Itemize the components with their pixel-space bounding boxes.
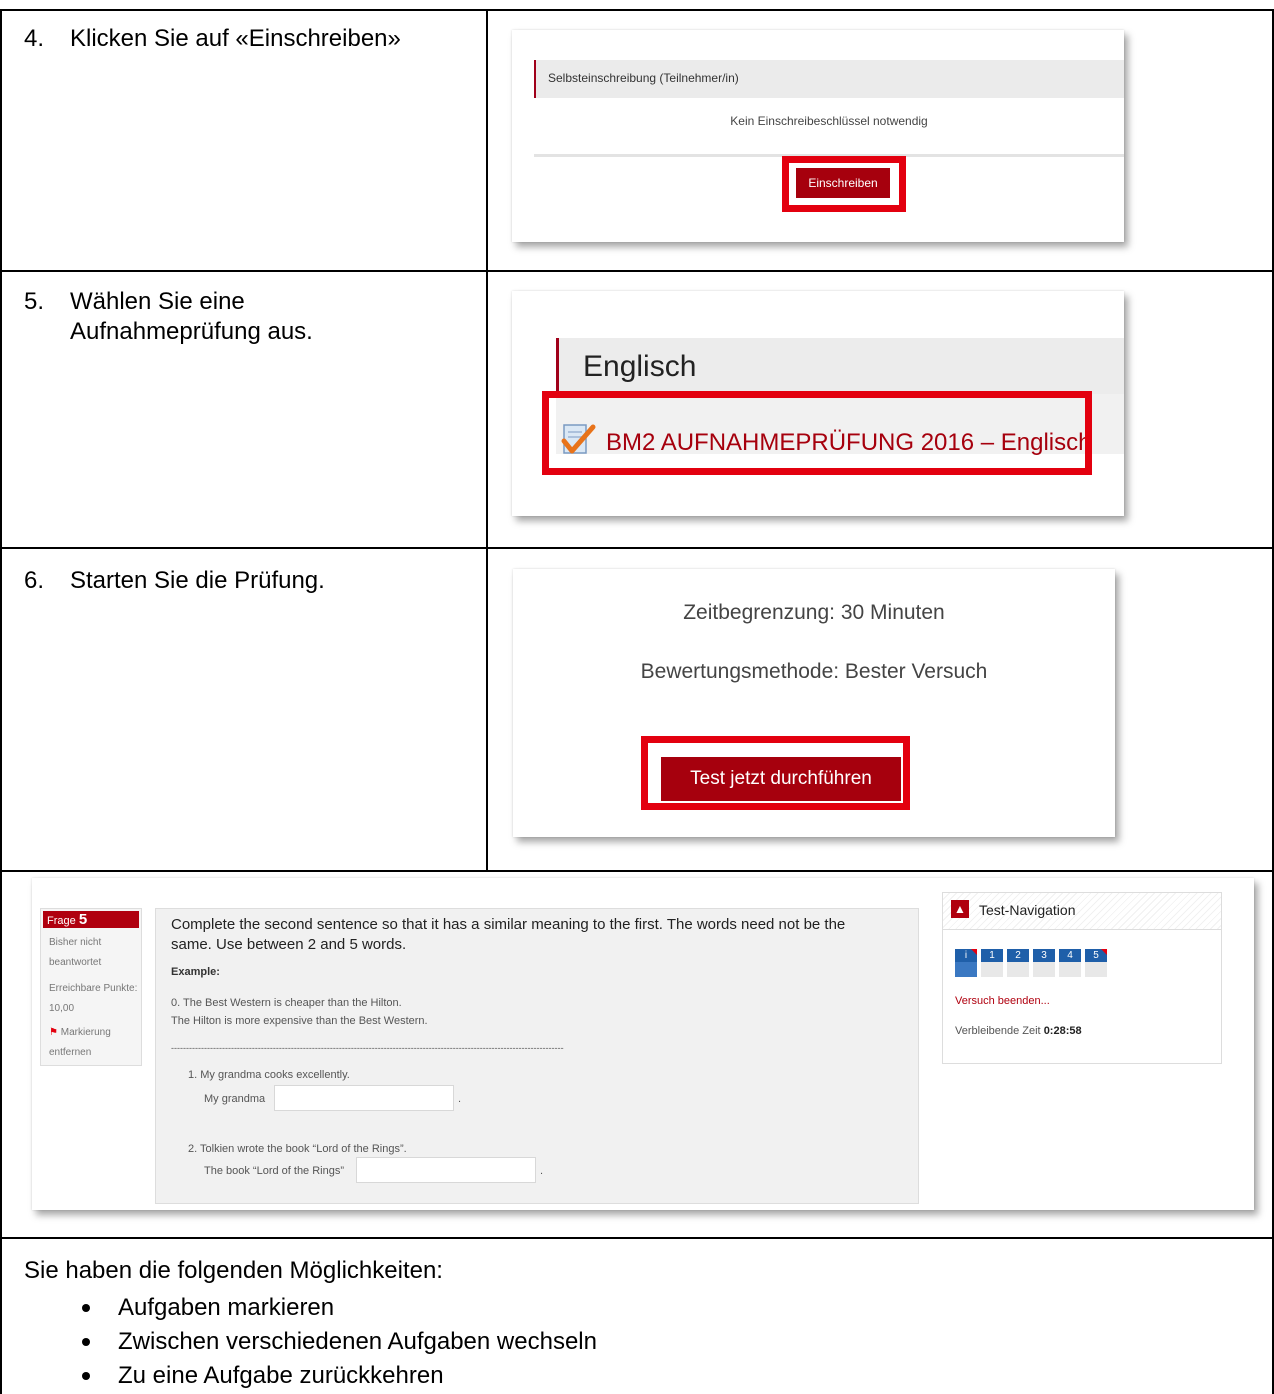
nav-button-5[interactable]: 5 (1085, 949, 1107, 977)
test-navigation-panel: ▲ Test-Navigation i 1 2 3 4 5 Versuch be… (942, 892, 1222, 1064)
item-1-sentence: 1. My grandma cooks excellently. (188, 1069, 350, 1081)
nav-button-current (955, 962, 977, 977)
highlight-box (641, 736, 910, 810)
grading-method-text: Bewertungsmethode: Bester Versuch (640, 660, 988, 683)
example-sentence-2: The Hilton is more expensive than the Be… (171, 1015, 428, 1027)
list-item: Zwischen verschiedenen Aufgaben wechseln (82, 1325, 597, 1359)
enrol-screenshot: Selbsteinschreibung (Teilnehmer/in) Kein… (512, 30, 1124, 242)
table-border-left (0, 9, 2, 1394)
table-border-row3 (0, 870, 1274, 872)
nav-button-state (1033, 962, 1055, 977)
enrol-section-header: Selbsteinschreibung (Teilnehmer/in) (534, 60, 1124, 98)
status-line2: beantwortet (49, 957, 102, 968)
points-value: 10,00 (49, 1003, 75, 1014)
nav-button-label: 1 (981, 949, 1003, 962)
step-text-line2: Aufnahmeprüfung aus. (70, 318, 313, 345)
item-2-answer-input[interactable] (356, 1157, 536, 1183)
nav-button-label: 3 (1033, 949, 1055, 962)
remove-flag-link[interactable]: ⚑ Markierung entfernen (49, 1023, 111, 1063)
flag-icon: ⚑ (49, 1027, 58, 1038)
nav-button-state (1059, 962, 1081, 977)
quiz-screenshot: Frage 5 Bisher nicht beantwortet Erreich… (32, 878, 1254, 1210)
status-text: Bisher nicht beantwortet (49, 933, 101, 973)
step-text: Starten Sie die Prüfung. (70, 567, 325, 594)
step-number: 6. (24, 567, 45, 594)
frage-label: Frage (47, 915, 76, 927)
list-item: Aufgaben markieren (82, 1291, 597, 1325)
start-screenshot: Zeitbegrenzung: 30 Minuten Bewertungsmet… (513, 569, 1115, 837)
question-number-badge: Frage 5 (43, 911, 139, 928)
options-intro: Sie haben die folgenden Möglichkeiten: (24, 1257, 443, 1284)
course-section-title: Englisch (583, 350, 697, 383)
question-text: Complete the second sentence so that it … (171, 915, 901, 955)
item-1-dot: . (458, 1093, 462, 1105)
remaining-time-value: 0:28:58 (1043, 1025, 1082, 1037)
table-border-middle (486, 9, 488, 871)
step-4: 4. Klicken Sie auf «Einschreiben» (24, 24, 401, 54)
item-2-prefix: The book “Lord of the Rings” (204, 1165, 345, 1177)
item-2-sentence: 2. Tolkien wrote the book “Lord of the R… (188, 1143, 407, 1155)
frage-number: 5 (78, 911, 88, 928)
step-text: Wählen Sie eine Aufnahmeprüfung aus. (70, 287, 313, 347)
example-sentence-1: 0. The Best Western is cheaper than the … (171, 997, 402, 1009)
question-content: Complete the second sentence so that it … (155, 908, 919, 1204)
table-border-row2 (0, 547, 1274, 549)
flag-icon (1101, 949, 1107, 955)
step-5: 5. Wählen Sie eine Aufnahmeprüfung aus. (24, 287, 313, 347)
step-number: 4. (24, 25, 45, 52)
nav-button-3[interactable]: 3 (1033, 949, 1055, 977)
points-label: Erreichbare Punkte: (49, 983, 138, 994)
enrol-section-title: Selbsteinschreibung (Teilnehmer/in) (548, 71, 739, 85)
step-text: Klicken Sie auf «Einschreiben» (70, 25, 401, 52)
course-screenshot: Englisch BM2 AUFNAHMEPRÜFUNG 2016 – Engl… (512, 291, 1124, 516)
nav-button-2[interactable]: 2 (1007, 949, 1029, 977)
item-1-answer-input[interactable] (274, 1085, 454, 1111)
document-page: 4. Klicken Sie auf «Einschreiben» Selbste… (0, 0, 1274, 1394)
remaining-time-label: Verbleibende Zeit (955, 1025, 1041, 1037)
finish-attempt-link[interactable]: Versuch beenden... (955, 995, 1050, 1007)
test-navigation-title: Test-Navigation (979, 902, 1076, 918)
table-border-top (0, 9, 1274, 11)
highlight-box (542, 391, 1092, 475)
example-label: Example: (171, 966, 220, 978)
options-list: Aufgaben markieren Zwischen verschiedene… (82, 1291, 597, 1393)
table-border-row4 (0, 1237, 1274, 1239)
question-info-panel: Frage 5 Bisher nicht beantwortet Erreich… (40, 908, 142, 1066)
points-text: Erreichbare Punkte: 10,00 (49, 979, 137, 1019)
highlight-box (782, 156, 906, 212)
nav-button-info[interactable]: i (955, 949, 977, 977)
remaining-time: Verbleibende Zeit 0:28:58 (955, 1025, 1082, 1037)
enrol-key-note: Kein Einschreibeschlüssel notwendig (730, 114, 928, 128)
time-limit-text: Zeitbegrenzung: 30 Minuten (683, 601, 945, 624)
course-section-header: Englisch (556, 338, 1124, 394)
item-1-prefix: My grandma (204, 1093, 266, 1105)
table-border-row1 (0, 270, 1274, 272)
nav-button-state (1085, 962, 1107, 977)
step-text-line1: Wählen Sie eine (70, 288, 245, 315)
nav-button-state (1007, 962, 1029, 977)
list-item: Zu eine Aufgabe zurückkehren (82, 1359, 597, 1393)
nav-button-state (981, 962, 1003, 977)
item-2-dot: . (540, 1165, 544, 1177)
flag-line1: Markierung (60, 1027, 111, 1038)
step-number: 5. (24, 288, 45, 315)
nav-button-label: 4 (1059, 949, 1081, 962)
status-line1: Bisher nicht (49, 937, 102, 948)
pin-icon[interactable]: ▲ (951, 900, 969, 918)
question-line2: same. Use between 2 and 5 words. (171, 936, 407, 953)
test-navigation-header: ▲ Test-Navigation (943, 893, 1221, 930)
nav-button-1[interactable]: 1 (981, 949, 1003, 977)
flag-line2: entfernen (49, 1047, 92, 1058)
flag-icon (971, 949, 977, 955)
divider-line: ----------------------------------------… (171, 1043, 564, 1053)
question-line1: Complete the second sentence so that it … (171, 916, 846, 933)
nav-button-label: 2 (1007, 949, 1029, 962)
nav-button-4[interactable]: 4 (1059, 949, 1081, 977)
step-6: 6. Starten Sie die Prüfung. (24, 566, 325, 596)
